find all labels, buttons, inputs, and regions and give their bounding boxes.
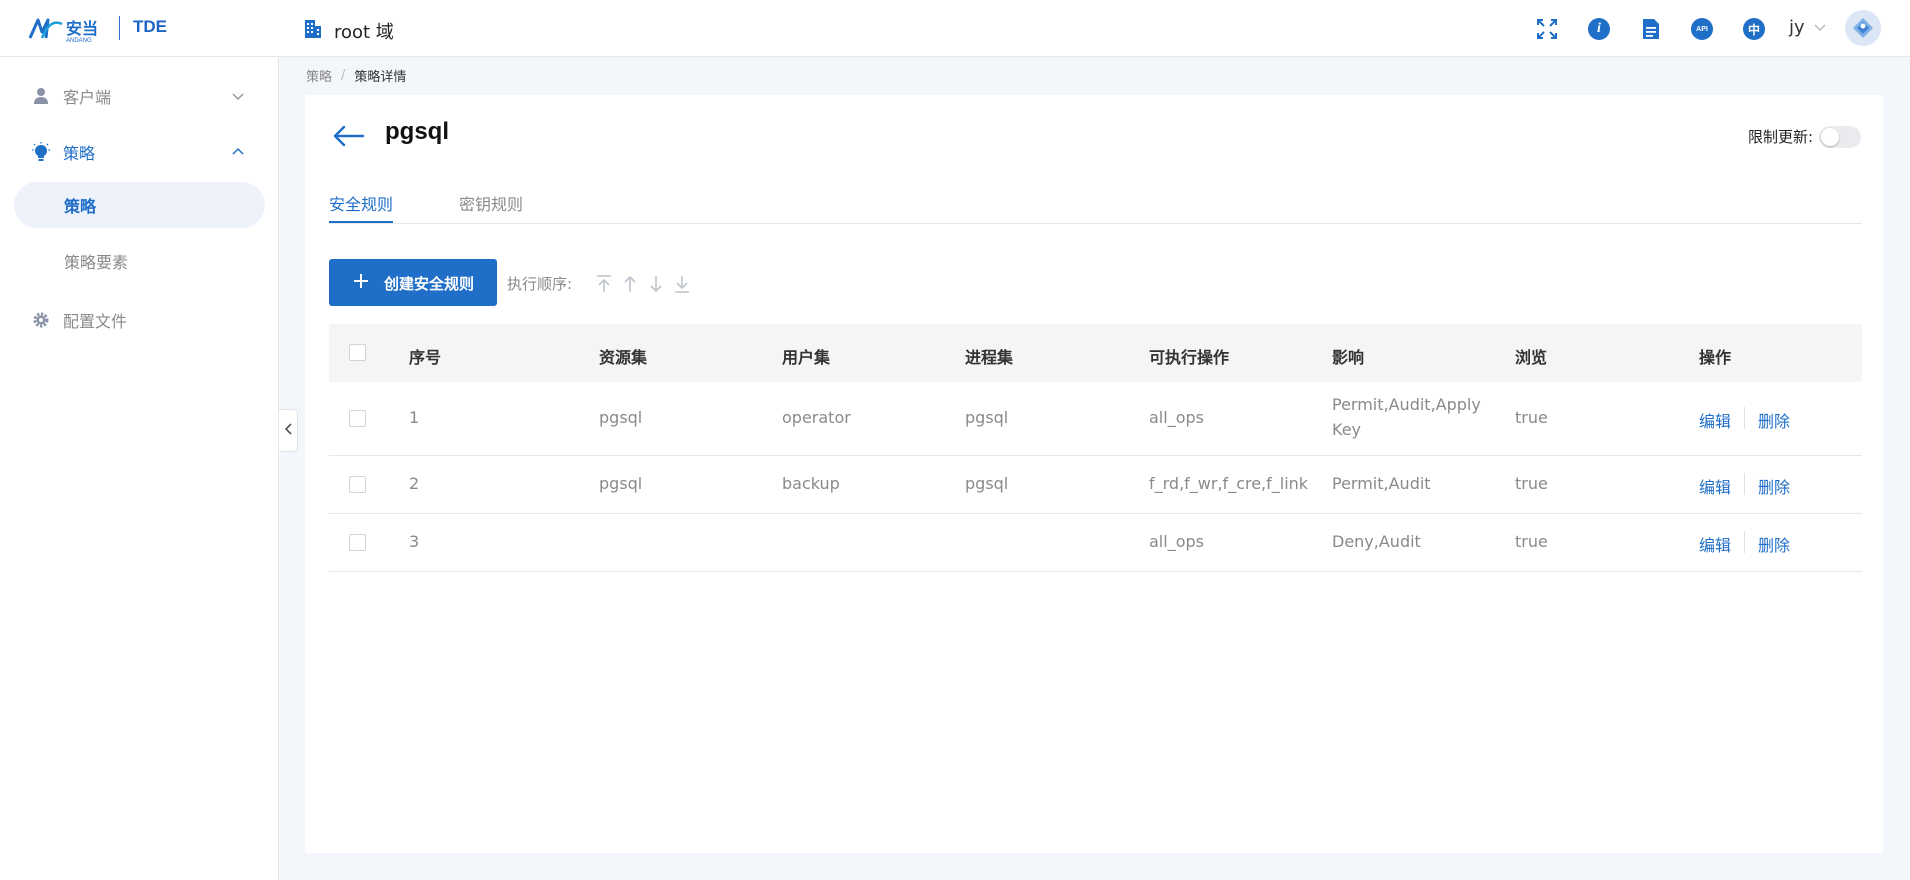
- move-up-icon[interactable]: [619, 273, 641, 295]
- cell-index: 1: [409, 408, 420, 427]
- chevron-down-icon[interactable]: [1813, 19, 1827, 33]
- breadcrumb-separator: /: [341, 68, 346, 83]
- breadcrumb-current: 策略详情: [354, 70, 407, 85]
- select-all-checkbox[interactable]: [349, 344, 366, 361]
- avatar[interactable]: [1845, 10, 1881, 46]
- toggle-knob: [1821, 128, 1839, 146]
- action-divider: [1744, 407, 1745, 429]
- sidebar-item-label: 策略: [63, 144, 96, 163]
- cell-ops: f_rd,f_wr,f_cre,f_link: [1149, 474, 1309, 493]
- column-header: 用户集: [782, 348, 831, 367]
- cell-ops: all_ops: [1149, 408, 1204, 427]
- sidebar-subitem-label: 策略要素: [64, 253, 129, 272]
- chevron-up-icon: [230, 144, 246, 160]
- sidebar-item-policy[interactable]: 策略: [0, 129, 279, 175]
- column-header: 影响: [1332, 348, 1365, 367]
- sidebar-subitem-policy[interactable]: 策略: [14, 182, 265, 228]
- tabs-divider: [329, 223, 1862, 224]
- user-name[interactable]: jy: [1789, 17, 1805, 38]
- chevron-down-icon: [230, 88, 246, 104]
- sidebar-item-client[interactable]: 客户端: [0, 73, 279, 119]
- column-header: 操作: [1699, 348, 1732, 367]
- chevron-left-icon: [283, 421, 293, 440]
- table-row: 2 pgsql backup pgsql f_rd,f_wr,f_cre,f_l…: [329, 456, 1862, 514]
- cell-user: operator: [782, 408, 851, 427]
- edit-link[interactable]: 编辑: [1699, 532, 1731, 556]
- column-header: 可执行操作: [1149, 348, 1230, 367]
- svg-text:安当: 安当: [66, 19, 98, 38]
- cell-process: pgsql: [965, 408, 1009, 427]
- building-icon: [302, 18, 324, 40]
- cell-effect-continued: Key: [1332, 420, 1362, 439]
- gear-icon: [31, 310, 51, 330]
- language-icon[interactable]: 中: [1741, 16, 1767, 42]
- tab-security-rules[interactable]: 安全规则: [329, 191, 393, 215]
- domain-label[interactable]: root 域: [334, 18, 394, 44]
- limit-update-label: 限制更新:: [1748, 128, 1814, 146]
- cell-user: backup: [782, 474, 840, 493]
- cell-effect: Deny,Audit: [1332, 532, 1421, 551]
- delete-link[interactable]: 删除: [1758, 532, 1790, 556]
- top-header: 安当 ANDANG TDE root 域 i API 中 jy: [0, 0, 1910, 57]
- cell-index: 2: [409, 474, 420, 493]
- cell-index: 3: [409, 532, 420, 551]
- cell-effect: Permit,Audit: [1332, 474, 1431, 493]
- breadcrumb: 策略 / 策略详情: [306, 66, 406, 85]
- cell-ops: all_ops: [1149, 532, 1204, 551]
- table-row: 1 pgsql operator pgsql all_ops Permit,Au…: [329, 382, 1862, 456]
- fullscreen-icon[interactable]: [1534, 16, 1560, 42]
- column-header: 进程集: [965, 348, 1014, 367]
- cell-browse: true: [1515, 474, 1548, 493]
- content-card: pgsql 限制更新: 安全规则 密钥规则 创建安全规则 执行顺序: 序号 资源…: [305, 95, 1883, 853]
- column-header: 序号: [409, 348, 442, 367]
- column-header: 资源集: [599, 348, 648, 367]
- breadcrumb-parent[interactable]: 策略: [306, 66, 332, 85]
- sidebar-subitem-label: 策略: [64, 197, 97, 216]
- edit-link[interactable]: 编辑: [1699, 408, 1731, 432]
- product-name: TDE: [133, 17, 167, 36]
- edit-link[interactable]: 编辑: [1699, 474, 1731, 498]
- delete-link[interactable]: 删除: [1758, 408, 1790, 432]
- api-icon[interactable]: API: [1689, 16, 1715, 42]
- create-button-label: 创建安全规则: [384, 275, 475, 293]
- column-header: 浏览: [1515, 348, 1548, 367]
- cell-resource: pgsql: [599, 408, 643, 427]
- info-icon[interactable]: i: [1586, 16, 1612, 42]
- table-header: 序号 资源集 用户集 进程集 可执行操作 影响 浏览 操作: [329, 324, 1862, 382]
- row-checkbox[interactable]: [349, 476, 366, 493]
- cell-browse: true: [1515, 408, 1548, 427]
- cell-browse: true: [1515, 532, 1548, 551]
- page-title: pgsql: [385, 118, 449, 145]
- svg-text:ANDANG: ANDANG: [66, 38, 92, 44]
- sidebar-item-config-files[interactable]: 配置文件: [0, 297, 279, 343]
- sidebar: 客户端 策略 策略 策略要素 配置文件: [0, 57, 279, 880]
- action-divider: [1744, 531, 1745, 553]
- sidebar-item-label: 客户端: [63, 88, 112, 107]
- delete-link[interactable]: 删除: [1758, 474, 1790, 498]
- move-to-top-icon[interactable]: [593, 273, 615, 295]
- sidebar-collapse-button[interactable]: [279, 409, 298, 452]
- back-arrow-icon[interactable]: [331, 122, 365, 150]
- create-security-rule-button[interactable]: 创建安全规则: [329, 259, 497, 306]
- sidebar-subitem-policy-elements[interactable]: 策略要素: [14, 238, 265, 284]
- execution-order-label: 执行顺序:: [507, 275, 573, 293]
- logo-divider: [119, 16, 120, 40]
- andang-logo: 安当 ANDANG: [28, 14, 108, 44]
- move-to-bottom-icon[interactable]: [671, 273, 693, 295]
- cell-effect: Permit,Audit,Apply: [1332, 395, 1481, 414]
- row-checkbox[interactable]: [349, 534, 366, 551]
- user-icon: [31, 86, 51, 106]
- action-divider: [1744, 473, 1745, 495]
- row-checkbox[interactable]: [349, 410, 366, 427]
- sidebar-item-label: 配置文件: [63, 312, 128, 331]
- plus-icon: [351, 271, 371, 291]
- document-icon[interactable]: [1638, 16, 1664, 42]
- cell-process: pgsql: [965, 474, 1009, 493]
- lightbulb-icon: [31, 142, 51, 162]
- move-down-icon[interactable]: [645, 273, 667, 295]
- limit-update-toggle[interactable]: [1819, 126, 1861, 148]
- tab-key-rules[interactable]: 密钥规则: [459, 191, 523, 215]
- cell-resource: pgsql: [599, 474, 643, 493]
- table-row: 3 all_ops Deny,Audit true 编辑 删除: [329, 514, 1862, 572]
